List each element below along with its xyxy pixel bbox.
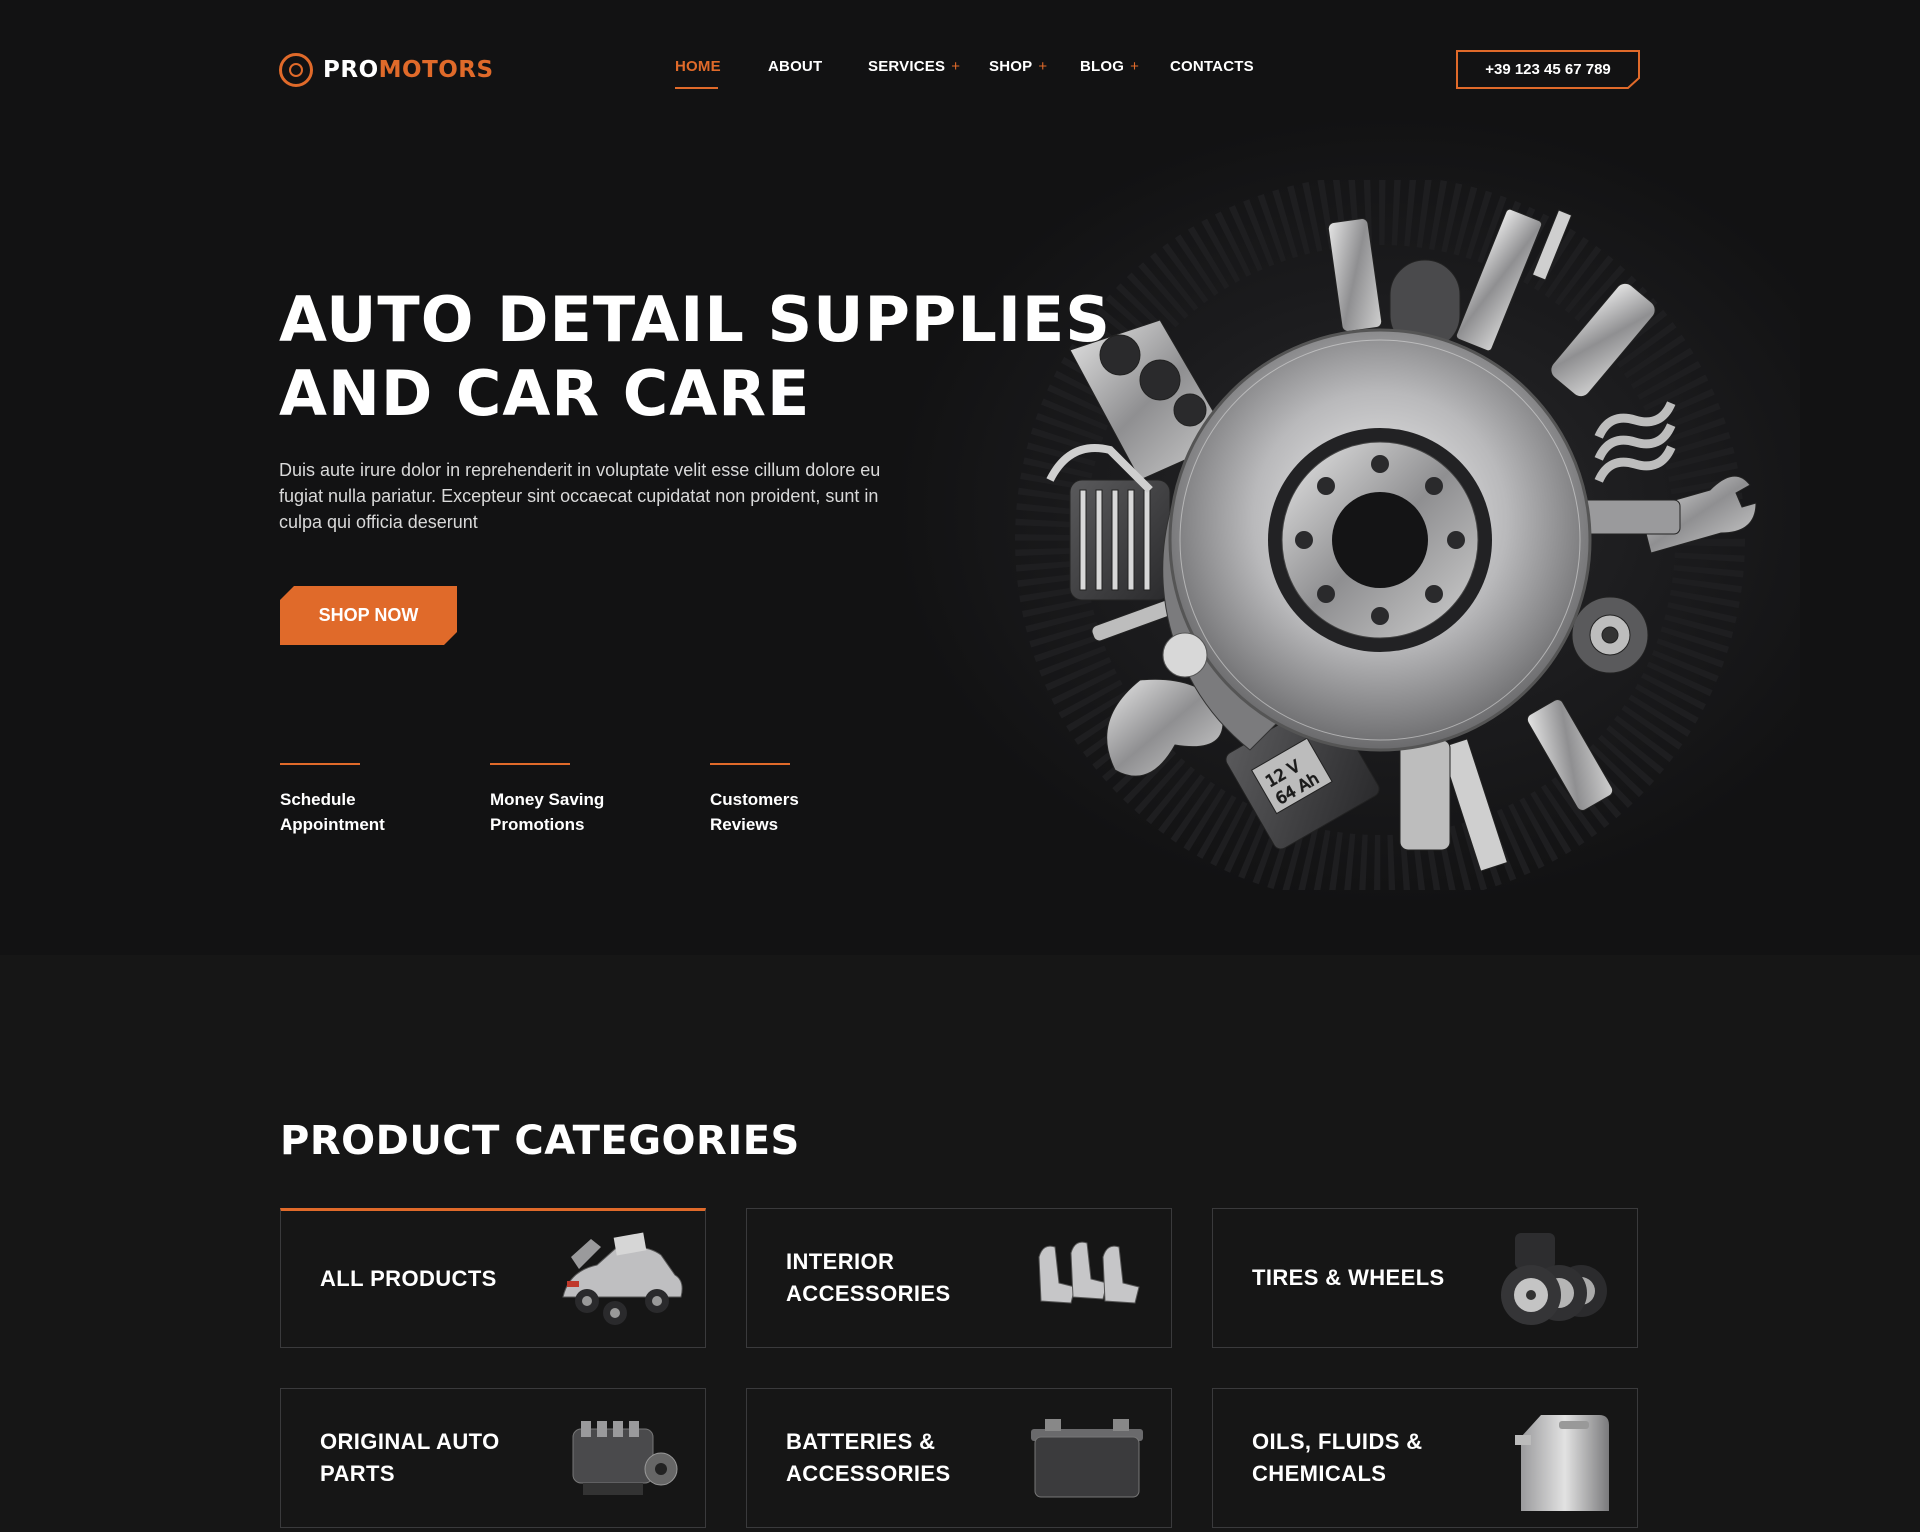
category-card-all-products[interactable]: ALL PRODUCTS <box>280 1208 706 1348</box>
nav-shop[interactable]: SHOP + <box>989 58 1047 75</box>
engine-icon <box>572 1421 678 1495</box>
nav-shop-plus-icon: + <box>1038 58 1048 75</box>
feature-money-saving-promotions[interactable]: Money Saving Promotions <box>490 763 670 837</box>
car-seats-icon <box>1038 1241 1140 1304</box>
feature-bar <box>280 763 360 765</box>
feature-label: Schedule Appointment <box>280 790 385 834</box>
nav-home[interactable]: HOME <box>675 58 721 75</box>
logo[interactable]: PROMOTORS <box>279 52 494 88</box>
hero-title: AUTO DETAIL SUPPLIES AND CAR CARE <box>279 283 1111 431</box>
hero-section: 12 V 64 Ah PROMOTORS HOME ABOUT SERVICES… <box>0 0 1920 955</box>
nav-active-underline <box>675 87 718 89</box>
category-label: ALL PRODUCTS <box>320 1266 497 1291</box>
category-label: BATTERIES & ACCESSORIES <box>786 1429 951 1486</box>
category-label: TIRES & WHEELS <box>1252 1265 1445 1290</box>
nav-about[interactable]: ABOUT <box>768 58 822 75</box>
category-label: OILS, FLUIDS & CHEMICALS <box>1252 1429 1423 1486</box>
logo-wheel-icon <box>279 53 313 87</box>
nav-blog-plus-icon: + <box>1130 58 1140 75</box>
phone-number: +39 123 45 67 789 <box>1485 61 1611 78</box>
shop-now-button[interactable]: SHOP NOW <box>280 586 457 645</box>
feature-bar <box>490 763 570 765</box>
section-title-product-categories: PRODUCT CATEGORIES <box>280 1118 800 1164</box>
nav-contacts[interactable]: CONTACTS <box>1170 58 1254 75</box>
feature-bar <box>710 763 790 765</box>
canister-icon <box>1515 1415 1609 1511</box>
car-icon <box>562 1232 683 1325</box>
nav-services[interactable]: SERVICES + <box>868 58 960 75</box>
tires-icon <box>1501 1233 1607 1325</box>
shop-now-label: SHOP NOW <box>318 605 419 625</box>
battery-icon <box>1031 1419 1143 1498</box>
category-label: ORIGINAL AUTO PARTS <box>320 1429 500 1486</box>
category-label: INTERIOR ACCESSORIES <box>786 1249 951 1306</box>
category-card-original-auto-parts[interactable]: ORIGINAL AUTO PARTS <box>280 1388 706 1528</box>
nav-services-plus-icon: + <box>951 58 961 75</box>
category-card-batteries-accessories[interactable]: BATTERIES & ACCESSORIES <box>746 1388 1172 1528</box>
category-card-tires-wheels[interactable]: TIRES & WHEELS <box>1212 1208 1638 1348</box>
logo-text: PROMOTORS <box>323 57 494 83</box>
phone-button[interactable]: +39 123 45 67 789 <box>1456 50 1640 89</box>
hero-title-line1: AUTO DETAIL SUPPLIES <box>279 283 1111 356</box>
feature-schedule-appointment[interactable]: Schedule Appointment <box>280 763 460 837</box>
feature-label: Money Saving Promotions <box>490 790 605 834</box>
nav-blog[interactable]: BLOG + <box>1080 58 1139 75</box>
feature-customers-reviews[interactable]: Customers Reviews <box>710 763 890 837</box>
hero-title-line2: AND CAR CARE <box>279 357 811 430</box>
category-card-interior-accessories[interactable]: INTERIOR ACCESSORIES <box>746 1208 1172 1348</box>
hero-description: Duis aute irure dolor in reprehenderit i… <box>279 460 881 532</box>
category-card-oils-fluids-chemicals[interactable]: OILS, FLUIDS & CHEMICALS <box>1212 1388 1638 1528</box>
feature-label: Customers Reviews <box>710 790 799 834</box>
